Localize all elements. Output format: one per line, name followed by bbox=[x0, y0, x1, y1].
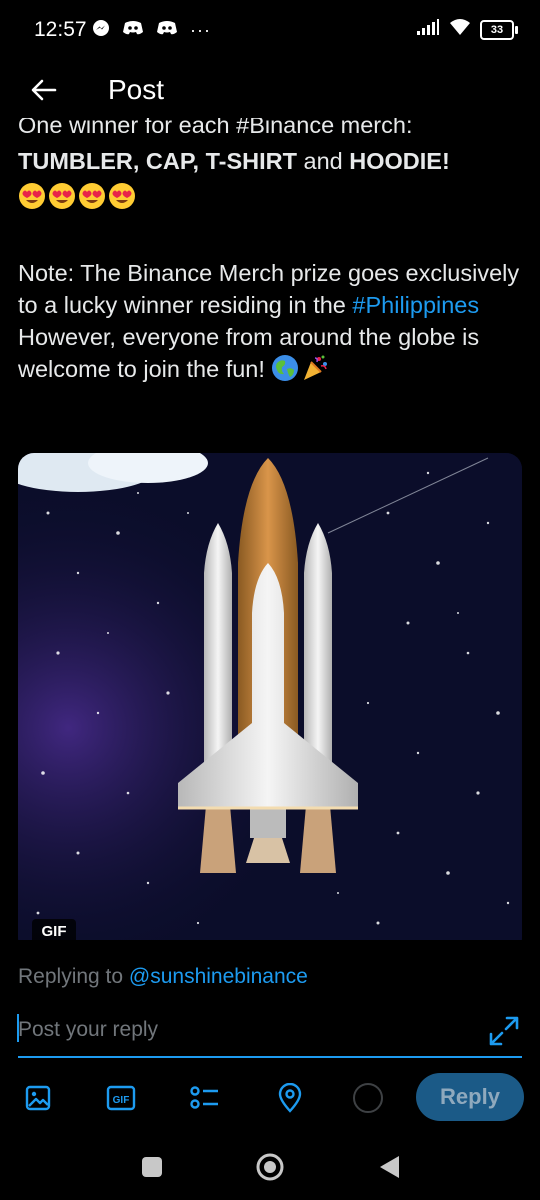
page-title: Post bbox=[108, 74, 165, 105]
post-header: Post bbox=[0, 62, 540, 118]
status-bar: 12:57 ··· 33 bbox=[0, 0, 540, 62]
messenger-icon bbox=[92, 19, 110, 42]
reply-input[interactable] bbox=[18, 1014, 458, 1046]
character-counter bbox=[353, 1083, 383, 1113]
triangle-back-icon bbox=[380, 1156, 399, 1178]
post-content: One winner for each #Binance merch: TUMB… bbox=[0, 118, 540, 940]
location-icon bbox=[278, 1083, 302, 1113]
arrow-left-icon bbox=[31, 79, 57, 101]
system-nav-bar bbox=[0, 1135, 540, 1200]
home-button[interactable] bbox=[255, 1152, 285, 1182]
notification-icons: ··· bbox=[92, 19, 211, 42]
emoji-line bbox=[18, 181, 526, 213]
discord-icon bbox=[156, 20, 178, 41]
reply-input-underline bbox=[18, 1056, 522, 1058]
svg-text:GIF: GIF bbox=[113, 1095, 130, 1106]
post-text-partial-line: One winner for each #Binance merch: bbox=[18, 118, 413, 138]
reply-button[interactable]: Reply bbox=[416, 1073, 524, 1121]
home-circle-icon bbox=[256, 1153, 284, 1181]
status-indicators: 33 bbox=[416, 18, 518, 41]
heart-eyes-emoji-icon bbox=[49, 183, 75, 209]
expand-composer-button[interactable] bbox=[487, 1014, 521, 1048]
battery-icon: 33 bbox=[480, 19, 518, 40]
heart-eyes-emoji-icon bbox=[109, 183, 135, 209]
discord-icon bbox=[122, 20, 144, 41]
space-shuttle-illustration bbox=[18, 453, 522, 940]
wifi-icon bbox=[448, 18, 472, 41]
prizes-line: TUMBLER, CAP, T-SHIRT and HOODIE! bbox=[18, 145, 526, 177]
back-button[interactable] bbox=[24, 72, 64, 108]
party-popper-emoji-icon bbox=[304, 355, 328, 380]
gif-badge: GIF bbox=[32, 919, 76, 940]
gif-icon: GIF bbox=[106, 1085, 136, 1111]
more-notifications-icon: ··· bbox=[190, 20, 211, 40]
recents-button[interactable] bbox=[137, 1152, 167, 1182]
poll-icon bbox=[190, 1086, 218, 1109]
image-icon bbox=[25, 1085, 51, 1111]
replying-prefix: Replying to bbox=[18, 965, 129, 988]
prizes-and: and bbox=[296, 148, 350, 174]
add-location-button[interactable] bbox=[270, 1078, 310, 1118]
replying-to: Replying to @sunshinebinance bbox=[18, 965, 308, 989]
post-media-gif[interactable]: GIF bbox=[18, 453, 522, 940]
status-time: 12:57 bbox=[34, 18, 87, 41]
signal-icon bbox=[416, 18, 440, 41]
prizes-bold: TUMBLER, CAP, T-SHIRT bbox=[18, 148, 297, 174]
globe-emoji-icon bbox=[272, 355, 299, 381]
heart-eyes-emoji-icon bbox=[19, 183, 45, 209]
replying-handle-link[interactable]: @sunshinebinance bbox=[129, 965, 308, 988]
reply-composer: Replying to @sunshinebinance GIF Reply bbox=[0, 940, 540, 1135]
add-gif-button[interactable]: GIF bbox=[101, 1078, 141, 1118]
note-paragraph: Note: The Binance Merch prize goes exclu… bbox=[18, 257, 526, 385]
add-image-button[interactable] bbox=[18, 1078, 58, 1118]
note-text-continued: However, everyone from around the globe … bbox=[18, 324, 480, 382]
heart-eyes-emoji-icon bbox=[79, 183, 105, 209]
square-icon bbox=[142, 1157, 162, 1177]
hashtag-philippines-link[interactable]: #Philippines bbox=[352, 292, 479, 318]
prize-hoodie: HOODIE! bbox=[349, 148, 450, 174]
add-poll-button[interactable] bbox=[185, 1078, 225, 1118]
expand-icon bbox=[489, 1016, 519, 1046]
back-nav-button[interactable] bbox=[374, 1152, 404, 1182]
